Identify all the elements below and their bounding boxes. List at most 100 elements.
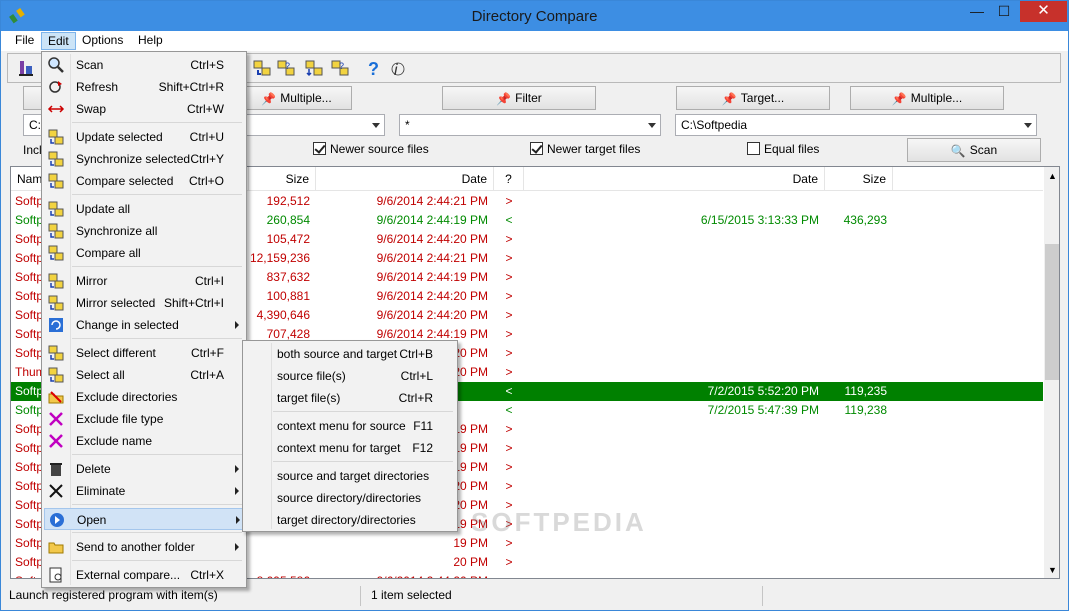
edit-menu-item-delete[interactable]: Delete [44,458,244,480]
row-target-size [825,192,887,211]
header-target-date[interactable]: Date [524,167,825,191]
scan-button[interactable]: 🔍 Scan [907,138,1041,162]
filter-combo[interactable]: * [399,114,661,136]
vertical-scrollbar[interactable]: ▲ ▼ [1044,167,1059,578]
mirror-selected-icon [47,294,65,312]
menu-item-label: Send to another folder [76,540,195,554]
multiple-source-button[interactable]: 📌 Multiple... [241,86,352,110]
menu-bar: File Edit Options Help [1,31,1068,51]
row-status: > [505,327,513,341]
menu-item-label: Mirror [76,274,108,288]
edit-menu-item-select-different[interactable]: Select different Ctrl+F [44,342,244,364]
checkbox-checked-icon[interactable] [530,142,543,155]
target-path-value: C:\Softpedia [681,118,748,132]
edit-menu-item-refresh[interactable]: Refresh Shift+Ctrl+R [44,76,244,98]
filter-button[interactable]: 📌 Filter [442,86,596,110]
menu-file[interactable]: File [9,32,40,50]
help-icon[interactable]: ? [364,58,384,78]
row-status: < [505,403,513,417]
edit-menu-item-synchronize-all[interactable]: Synchronize all [44,220,244,242]
title-bar[interactable]: Directory Compare — ☐ ✕ [1,1,1068,31]
row-target-size [825,496,887,515]
edit-menu-item-exclude-name[interactable]: Exclude name [44,430,244,452]
update-selected-icon[interactable] [252,58,272,78]
update-all-icon [47,200,65,218]
app-window: Directory Compare — ☐ ✕ File Edit Option… [0,0,1069,611]
info-icon[interactable]: i [388,58,408,78]
menu-item-label: Scan [76,58,104,72]
edit-menu-item-external-compare[interactable]: External compare... Ctrl+X [44,564,244,586]
open-submenu-item-3[interactable]: context menu for source F11 [245,415,455,437]
status-hint: Launch registered program with item(s) [1,586,361,606]
menu-item-label: Delete [76,462,111,476]
edit-menu-item-scan[interactable]: Scan Ctrl+S [44,54,244,76]
close-button[interactable]: ✕ [1020,1,1067,22]
chevron-down-icon[interactable] [648,123,656,128]
open-submenu-item-0[interactable]: both source and target Ctrl+B [245,343,455,365]
header-target-size[interactable]: Size [825,167,893,191]
menu-help[interactable]: Help [132,32,169,50]
minimize-button[interactable]: — [963,1,991,22]
row-target-size [825,249,887,268]
submenu-arrow-icon [235,465,239,473]
menu-edit[interactable]: Edit [41,32,76,50]
edit-menu-item-select-all[interactable]: Select all Ctrl+A [44,364,244,386]
edit-menu-item-mirror-selected[interactable]: Mirror selected Shift+Ctrl+I [44,292,244,314]
menu-item-shortcut: Ctrl+F [191,346,224,360]
open-submenu-item-7[interactable]: target directory/directories [245,509,455,531]
scrollbar-thumb[interactable] [1045,244,1059,380]
edit-menu-item-update-all[interactable]: Update all [44,198,244,220]
edit-menu-item-change-in-selected[interactable]: Change in selected [44,314,244,336]
edit-menu-item-send-to-another-folder[interactable]: Send to another folder [44,536,244,558]
row-target-date: 7/2/2015 5:52:20 PM [707,384,819,398]
checkbox-unchecked-icon[interactable] [747,142,760,155]
filter-label: Filter [515,91,542,105]
edit-menu-item-swap[interactable]: Swap Ctrl+W [44,98,244,120]
checkbox-checked-icon[interactable] [313,142,326,155]
compare-selected-icon [47,172,65,190]
menu-item-shortcut: Ctrl+X [190,568,224,582]
row-date: 9/6/2014 2:44:19 PM [376,213,488,227]
edit-menu-item-eliminate[interactable]: Eliminate [44,480,244,502]
row-date: 9/6/2014 2:44:21 PM [376,194,488,208]
edit-menu-item-exclude-directories[interactable]: Exclude directories [44,386,244,408]
edit-menu-item-compare-selected[interactable]: Compare selected Ctrl+O [44,170,244,192]
chevron-down-icon[interactable] [1024,123,1032,128]
maximize-button[interactable]: ☐ [990,1,1018,22]
edit-menu-item-mirror[interactable]: Mirror Ctrl+I [44,270,244,292]
header-date[interactable]: Date [316,167,494,191]
sync-icon[interactable] [304,58,324,78]
header-size[interactable]: Size [249,167,316,191]
edit-menu-item-exclude-file-type[interactable]: Exclude file type [44,408,244,430]
open-submenu-item-6[interactable]: source directory/directories [245,487,455,509]
chevron-down-icon[interactable] [372,123,380,128]
trash-icon [47,460,65,478]
menu-options[interactable]: Options [76,32,129,50]
row-target-size: 436,293 [843,213,887,227]
edit-menu-item-open[interactable]: Open [44,508,244,530]
target-path-combo[interactable]: C:\Softpedia [675,114,1037,136]
open-submenu-item-2[interactable]: target file(s) Ctrl+R [245,387,455,409]
row-status: > [505,460,513,474]
row-size: 100,881 [266,289,310,303]
open-submenu-item-5[interactable]: source and target directories [245,465,455,487]
compare-selected-icon[interactable]: ? [276,58,296,78]
edit-menu-item-synchronize-selected[interactable]: Synchronize selected Ctrl+Y [44,148,244,170]
open-submenu-item-4[interactable]: context menu for target F12 [245,437,455,459]
open-submenu: both source and target Ctrl+B source file(… [242,340,458,532]
equal-files-checkbox[interactable]: Equal files [747,142,819,158]
scroll-up-icon[interactable]: ▲ [1048,171,1057,181]
scroll-down-icon[interactable]: ▼ [1048,565,1057,575]
newer-target-checkbox[interactable]: Newer target files [530,142,640,158]
edit-menu-item-update-selected[interactable]: Update selected Ctrl+U [44,126,244,148]
submenu-item-label: source directory/directories [277,491,422,505]
target-button[interactable]: 📌 Target... [676,86,830,110]
edit-menu-item-compare-all[interactable]: Compare all [44,242,244,264]
open-submenu-item-1[interactable]: source file(s) Ctrl+L [245,365,455,387]
newer-source-checkbox[interactable]: Newer source files [313,142,429,158]
multiple-target-button[interactable]: 📌 Multiple... [850,86,1004,110]
directory-icon[interactable] [16,58,36,78]
header-status[interactable]: ? [494,167,524,191]
submenu-item-shortcut: F11 [413,419,433,433]
compare-all-icon[interactable]: ? [330,58,350,78]
